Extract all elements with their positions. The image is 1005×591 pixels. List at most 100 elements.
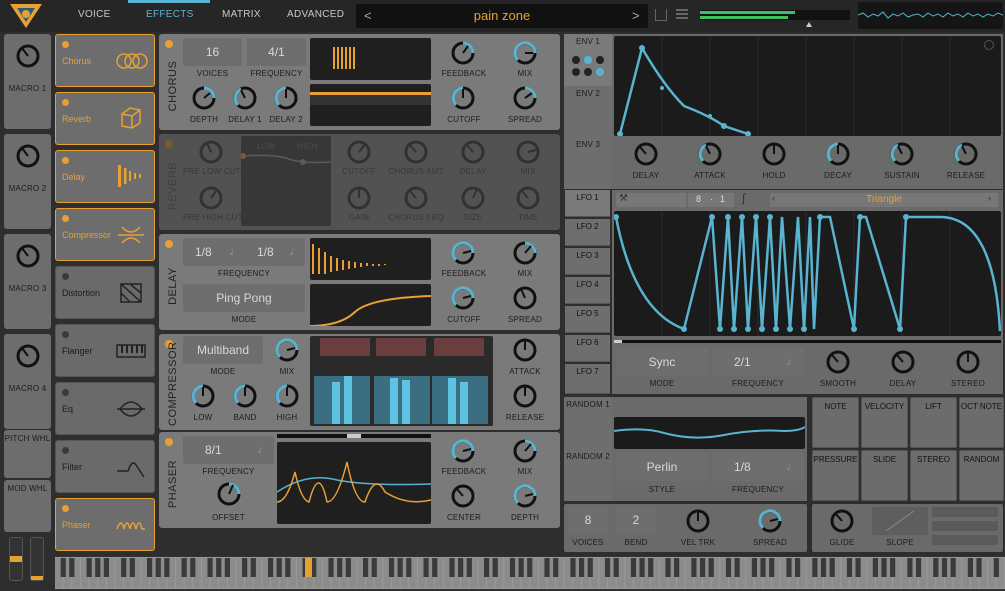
- mod-velocity[interactable]: VELOCITY: [861, 397, 908, 448]
- black-key[interactable]: [458, 558, 464, 577]
- black-key[interactable]: [129, 558, 135, 577]
- distortion-enable-icon[interactable]: [62, 273, 69, 280]
- env-delay-knob[interactable]: [632, 140, 660, 168]
- delay-mix-knob[interactable]: [511, 239, 539, 267]
- env-1-tab[interactable]: ENV 1: [564, 34, 612, 86]
- black-key[interactable]: [691, 558, 697, 577]
- logo[interactable]: [6, 2, 46, 30]
- phaser-note-icon[interactable]: ♩: [257, 442, 269, 456]
- compressor-band-knob[interactable]: [231, 382, 259, 410]
- black-key[interactable]: [224, 558, 230, 577]
- volume-marker-icon[interactable]: [806, 22, 812, 27]
- black-key[interactable]: [337, 558, 343, 577]
- compressor-mix-knob[interactable]: [273, 336, 301, 364]
- random-frequency-value[interactable]: 1/8 ♩: [712, 453, 804, 481]
- delay-on-icon[interactable]: [165, 240, 173, 248]
- phaser-slider[interactable]: [277, 434, 431, 438]
- black-key[interactable]: [69, 558, 75, 577]
- chorus-cutoff-knob[interactable]: [449, 84, 477, 112]
- black-key[interactable]: [786, 558, 792, 577]
- black-key[interactable]: [388, 558, 395, 577]
- macro-3[interactable]: MACRO 3: [4, 234, 51, 329]
- tab-matrix[interactable]: MATRIX: [222, 9, 261, 20]
- pitch-wheel-source[interactable]: PITCH WHL: [4, 430, 51, 478]
- black-key[interactable]: [812, 558, 818, 577]
- chorus-feedback-knob[interactable]: [449, 39, 477, 67]
- black-key[interactable]: [432, 558, 438, 577]
- mod-slide[interactable]: SLIDE: [861, 450, 908, 501]
- random-note-icon[interactable]: ♩: [786, 459, 798, 473]
- reverb-cutoff-knob[interactable]: [345, 138, 373, 166]
- black-key[interactable]: [483, 558, 490, 577]
- reverb-on-icon[interactable]: [165, 140, 173, 148]
- mod-note[interactable]: NOTE: [812, 397, 859, 448]
- macro-3-knob[interactable]: [14, 242, 42, 270]
- env-release-knob[interactable]: [952, 140, 980, 168]
- lfo-grid-x[interactable]: 8: [696, 194, 701, 204]
- black-key[interactable]: [267, 558, 274, 577]
- filter-enable-icon[interactable]: [62, 447, 69, 454]
- black-key[interactable]: [527, 558, 533, 577]
- lfo-shape-next-icon[interactable]: ›: [988, 193, 991, 203]
- fx-reverb[interactable]: Reverb: [55, 92, 155, 145]
- lfo-frequency-value[interactable]: 2/1 ♩: [712, 348, 804, 376]
- black-key[interactable]: [769, 558, 775, 577]
- phaser-enable-icon[interactable]: [62, 505, 69, 512]
- black-key[interactable]: [449, 558, 455, 577]
- fx-flanger[interactable]: Flanger: [55, 324, 155, 377]
- fx-chorus[interactable]: Chorus: [55, 34, 155, 87]
- compressor-release-knob[interactable]: [511, 382, 539, 410]
- reverb-chorus-frq-knob[interactable]: [402, 184, 430, 212]
- phaser-depth-knob[interactable]: [511, 482, 539, 510]
- save-icon[interactable]: [655, 9, 667, 21]
- reverb-chorus-amt-knob[interactable]: [402, 138, 430, 166]
- slope-display[interactable]: [872, 507, 928, 535]
- black-key[interactable]: [699, 558, 706, 577]
- octave-scale-toggle[interactable]: [932, 521, 998, 531]
- black-key[interactable]: [915, 558, 922, 577]
- black-key[interactable]: [820, 558, 827, 577]
- lfo-phase-slider[interactable]: [614, 340, 1001, 343]
- chorus-delay1-knob[interactable]: [231, 84, 259, 112]
- black-key[interactable]: [242, 558, 248, 577]
- black-key[interactable]: [345, 558, 351, 577]
- black-key[interactable]: [60, 558, 66, 577]
- reverb-mix-knob[interactable]: [514, 138, 542, 166]
- reverb-gain-knob[interactable]: [345, 184, 373, 212]
- env-3-tab[interactable]: ENV 3: [564, 140, 612, 149]
- lfo-stereo-knob[interactable]: [954, 348, 982, 376]
- env-mod-icon[interactable]: [570, 54, 606, 78]
- black-key[interactable]: [872, 558, 878, 577]
- mod-wheel-source[interactable]: MOD WHL: [4, 480, 51, 532]
- note-icon-2[interactable]: ♩: [289, 244, 301, 258]
- black-key[interactable]: [121, 558, 127, 577]
- phaser-frequency-value[interactable]: 8/1 ♩: [183, 436, 274, 464]
- reverb-delay-knob[interactable]: [459, 138, 487, 166]
- black-key[interactable]: [406, 558, 412, 577]
- black-key[interactable]: [181, 558, 187, 577]
- black-key[interactable]: [941, 558, 948, 577]
- lfo-5-tab[interactable]: LFO 5: [565, 306, 610, 333]
- eq-enable-icon[interactable]: [62, 389, 69, 396]
- black-key[interactable]: [579, 558, 585, 577]
- black-key[interactable]: [795, 558, 801, 577]
- black-key[interactable]: [328, 558, 334, 577]
- lfo-6-tab[interactable]: LFO 6: [565, 335, 610, 362]
- chorus-frequency-value[interactable]: 4/1: [247, 38, 306, 66]
- chorus-spread-knob[interactable]: [511, 84, 539, 112]
- black-key[interactable]: [881, 558, 887, 577]
- black-key[interactable]: [760, 558, 766, 577]
- black-key[interactable]: [734, 558, 740, 577]
- black-key[interactable]: [967, 558, 973, 577]
- env-attack-knob[interactable]: [696, 140, 724, 168]
- black-key[interactable]: [648, 558, 654, 577]
- chorus-on-icon[interactable]: [165, 40, 173, 48]
- env-hold-knob[interactable]: [760, 140, 788, 168]
- black-key[interactable]: [665, 558, 671, 577]
- mod-oct-note[interactable]: OCT NOTE: [959, 397, 1004, 448]
- lfo-mode-value[interactable]: Sync: [616, 348, 708, 376]
- random-style-value[interactable]: Perlin: [616, 453, 708, 481]
- chorus-depth-knob[interactable]: [190, 84, 218, 112]
- black-key[interactable]: [751, 558, 757, 577]
- random-frequency-text[interactable]: 1/8: [734, 460, 751, 474]
